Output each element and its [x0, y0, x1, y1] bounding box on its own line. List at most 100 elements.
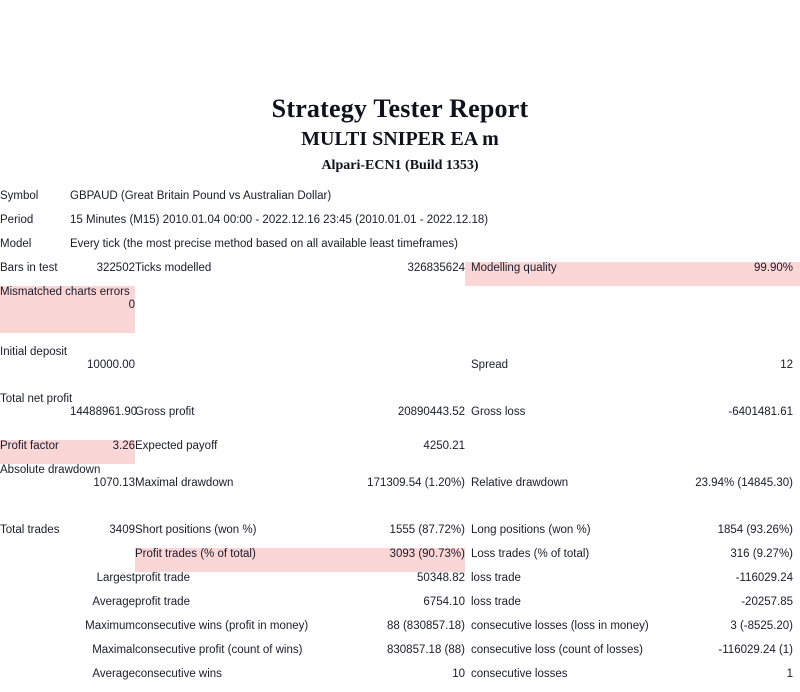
ticks-modelled-row: Ticks modelled 326835624	[135, 262, 465, 286]
expected-payoff-value: 4250.21	[423, 440, 465, 452]
gross-loss-value: -6401481.61	[728, 406, 794, 418]
initial-deposit-value: 10000.00	[87, 359, 135, 371]
table-row-largest: Largest profit trade 50348.82 loss trade…	[0, 572, 800, 596]
table-row-total-trades: Total trades 3409 Short positions (won %…	[0, 524, 800, 548]
maximal-label: Maximal	[92, 644, 135, 656]
largest-loss-trade-value: -116029.24	[735, 572, 794, 584]
loss-trades-label: Loss trades (% of total)	[471, 548, 590, 560]
max-consecutive-wins-row: consecutive wins (profit in money) 88 (8…	[135, 620, 465, 644]
maximal-consecutive-loss-row: consecutive loss (count of losses) -1160…	[465, 644, 800, 668]
profit-trades-row: Profit trades (% of total) 3093 (90.73%)	[135, 548, 465, 572]
maximal-consecutive-profit-label: consecutive profit (count of wins)	[135, 644, 303, 656]
symbol-value: GBPAUD (Great Britain Pound vs Australia…	[70, 190, 332, 202]
expected-payoff-row: Expected payoff 4250.21	[135, 440, 465, 464]
strategy-tester-table: Symbol GBPAUD (Great Britain Pound vs Au…	[0, 190, 800, 692]
mismatched-charts-errors-label: Mismatched charts errors	[0, 286, 130, 333]
table-row-total-net-profit: Total net profit 14488961.90 Gross profi…	[0, 393, 800, 440]
long-positions-label: Long positions (won %)	[471, 524, 591, 536]
expert-advisor-name: MULTI SNIPER EA m	[301, 128, 499, 150]
table-row-maximal: Maximal consecutive profit (count of win…	[0, 644, 800, 668]
largest-profit-trade-value: 50348.82	[417, 572, 465, 584]
average-loss-trade-value: -20257.85	[741, 596, 794, 608]
short-positions-row: Short positions (won %) 1555 (87.72%)	[135, 524, 465, 548]
modelling-quality-label: Modelling quality	[471, 262, 557, 274]
gross-profit-row: Gross profit 20890443.52	[135, 393, 465, 440]
largest-loss-trade-row: loss trade -116029.24	[465, 572, 800, 596]
avg-consecutive-wins-label: consecutive wins	[135, 668, 222, 680]
table-row-initial-deposit: Initial deposit 10000.00 Spread 12	[0, 346, 800, 393]
report-header: Strategy Tester Report MULTI SNIPER EA m…	[0, 0, 800, 175]
modelling-quality-value: 99.90%	[754, 262, 794, 274]
spacer-cell	[0, 548, 70, 572]
avg-consecutive-losses-row: consecutive losses 1	[465, 668, 800, 692]
maximal-drawdown-value: 171309.54 (1.20%)	[367, 477, 465, 489]
relative-drawdown-row: Relative drawdown 23.94% (14845.30)	[465, 464, 800, 511]
gross-profit-value: 20890443.52	[397, 406, 465, 418]
largest-loss-trade-label: loss trade	[471, 572, 521, 584]
spacer-cell	[465, 286, 800, 333]
spread-row: Spread 12	[465, 346, 800, 393]
profit-factor-label: Profit factor	[0, 440, 70, 464]
total-trades-value: 3409	[109, 524, 135, 536]
bars-in-test-value: 322502	[96, 262, 135, 274]
max-consecutive-losses-value: 3 (-8525.20)	[730, 620, 794, 632]
avg-consecutive-losses-value: 1	[786, 668, 794, 680]
table-row-profit-factor: Profit factor 3.26 Expected payoff 4250.…	[0, 440, 800, 464]
relative-drawdown-value: 23.94% (14845.30)	[695, 477, 794, 489]
table-row-model: Model Every tick (the most precise metho…	[0, 238, 800, 262]
spacer-cell	[465, 440, 800, 464]
page-title: Strategy Tester Report	[271, 94, 529, 123]
period-label: Period	[0, 214, 34, 226]
maximal-drawdown-label: Maximal drawdown	[135, 477, 234, 489]
avg-consecutive-losses-label: consecutive losses	[471, 668, 568, 680]
maximal-drawdown-row: Maximal drawdown 171309.54 (1.20%)	[135, 464, 465, 511]
spacer-cell	[70, 548, 135, 572]
loss-trades-value: 316 (9.27%)	[730, 548, 794, 560]
max-consecutive-losses-label: consecutive losses (loss in money)	[471, 620, 649, 632]
profit-trades-label: Profit trades (% of total)	[135, 548, 256, 560]
max-consecutive-wins-value: 88 (830857.18)	[386, 620, 465, 632]
max-consecutive-losses-row: consecutive losses (loss in money) 3 (-8…	[465, 620, 800, 644]
table-row-maximum: Maximum consecutive wins (profit in mone…	[0, 620, 800, 644]
period-value: 15 Minutes (M15) 2010.01.04 00:00 - 2022…	[70, 214, 489, 226]
maximal-consecutive-loss-value: -116029.24 (1)	[718, 644, 794, 656]
maximum-label: Maximum	[85, 620, 135, 632]
total-net-profit-value: 14488961.90	[70, 406, 138, 418]
ticks-modelled-value: 326835624	[407, 262, 465, 274]
largest-profit-trade-row: profit trade 50348.82	[135, 572, 465, 596]
table-row-bars-in-test: Bars in test 322502 Ticks modelled 32683…	[0, 262, 800, 286]
table-row-absolute-drawdown: Absolute drawdown 1070.13 Maximal drawdo…	[0, 464, 800, 511]
table-row-profit-trades: Profit trades (% of total) 3093 (90.73%)…	[0, 548, 800, 572]
average2-label: Average	[92, 668, 135, 680]
total-trades-label: Total trades	[0, 524, 60, 536]
spacer-row	[0, 511, 800, 524]
total-net-profit-label: Total net profit	[0, 393, 73, 405]
largest-profit-trade-label: profit trade	[135, 572, 190, 584]
absolute-drawdown-label: Absolute drawdown	[0, 464, 101, 476]
table-row-period: Period 15 Minutes (M15) 2010.01.04 00:00…	[0, 214, 800, 238]
maximal-consecutive-profit-row: consecutive profit (count of wins) 83085…	[135, 644, 465, 668]
average-profit-trade-value: 6754.10	[423, 596, 465, 608]
table-row-average-consecutive: Average consecutive wins 10 consecutive …	[0, 668, 800, 692]
gross-profit-label: Gross profit	[135, 406, 195, 418]
broker-build-info: Alpari-ECN1 (Build 1353)	[321, 158, 479, 173]
bars-in-test-label: Bars in test	[0, 262, 58, 274]
model-value: Every tick (the most precise method base…	[70, 238, 458, 250]
relative-drawdown-label: Relative drawdown	[471, 477, 569, 489]
spread-label: Spread	[471, 359, 509, 371]
long-positions-value: 1854 (93.26%)	[717, 524, 794, 536]
average-loss-trade-label: loss trade	[471, 596, 521, 608]
table-row-mismatched-charts-errors: Mismatched charts errors 0	[0, 286, 800, 333]
short-positions-label: Short positions (won %)	[135, 524, 257, 536]
max-consecutive-wins-label: consecutive wins (profit in money)	[135, 620, 309, 632]
spacer-cell	[135, 286, 465, 333]
table-row-symbol: Symbol GBPAUD (Great Britain Pound vs Au…	[0, 190, 800, 214]
ticks-modelled-label: Ticks modelled	[135, 262, 212, 274]
spacer-cell	[135, 346, 465, 393]
model-label: Model	[0, 238, 32, 250]
short-positions-value: 1555 (87.72%)	[389, 524, 465, 536]
gross-loss-row: Gross loss -6401481.61	[465, 393, 800, 440]
profit-trades-value: 3093 (90.73%)	[389, 548, 465, 560]
maximal-consecutive-profit-value: 830857.18 (88)	[386, 644, 465, 656]
spacer-row	[0, 333, 800, 346]
